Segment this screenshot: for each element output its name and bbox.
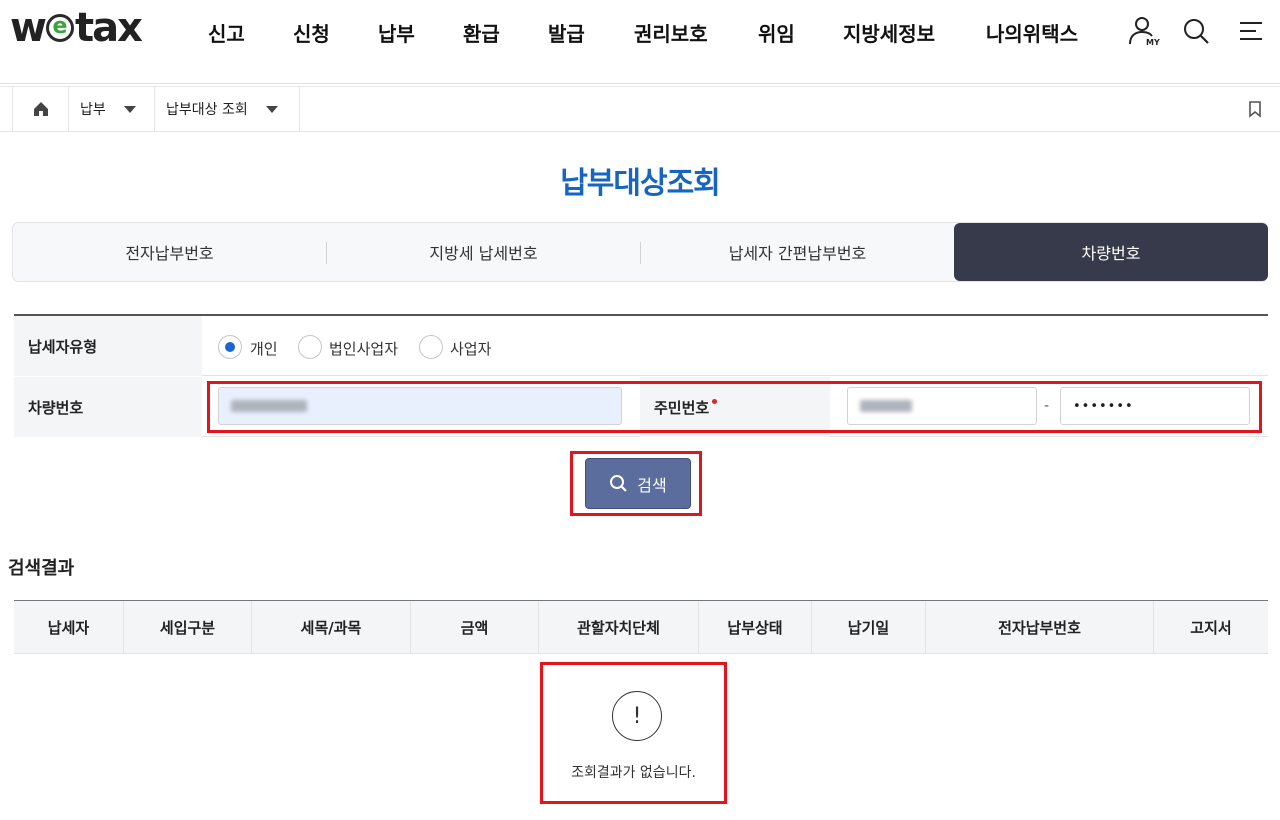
- nav-item-rights[interactable]: 권리보호: [634, 18, 708, 47]
- column-header: 세목/과목: [252, 601, 411, 653]
- global-header: w e tax 신고 신청 납부 환급 발급 권리보호 위임 지방세정보 나의위택스…: [0, 0, 1280, 84]
- nav-item-refund[interactable]: 환급: [463, 18, 500, 47]
- chevron-down-icon: [265, 105, 278, 113]
- chevron-down-icon: [123, 105, 136, 113]
- radio-individual[interactable]: [218, 335, 242, 359]
- result-title: 검색결과: [8, 558, 75, 579]
- vehicle-number-label: 차량번호: [14, 377, 202, 437]
- column-header: 고지서: [1190, 618, 1232, 637]
- nav-item-report[interactable]: 신고: [208, 18, 245, 47]
- search-icon: [610, 474, 628, 492]
- logo-suffix: tax: [74, 5, 143, 51]
- search-button-label: 검색: [637, 475, 667, 495]
- taxpayer-type-row: 납세자유형 개인 법인사업자 사업자: [14, 316, 1268, 376]
- tab-vehicle-number[interactable]: 차량번호: [954, 223, 1268, 281]
- search-button[interactable]: 검색: [585, 458, 691, 509]
- menu-icon[interactable]: [1234, 14, 1268, 48]
- tab-electronic-payment-number[interactable]: 전자납부번호: [13, 223, 326, 281]
- search-icon[interactable]: [1180, 14, 1214, 48]
- logo-prefix: w: [10, 5, 47, 51]
- tab-simple-payment-number[interactable]: 납세자 간편납부번호: [641, 223, 954, 281]
- taxpayer-type-label: 납세자유형: [14, 316, 202, 376]
- column-header: 금액: [411, 601, 539, 653]
- search-type-tabs: 전자납부번호 지방세 납세번호 납세자 간편납부번호 차량번호: [12, 222, 1268, 282]
- nav-item-delegate[interactable]: 위임: [758, 18, 795, 47]
- column-header: 세입구분: [124, 601, 252, 653]
- user-my-icon[interactable]: MY: [1126, 14, 1160, 48]
- breadcrumb: 납부 납부대상 조회: [0, 86, 1280, 132]
- radio-business-label[interactable]: 사업자: [450, 338, 491, 359]
- alert-icon: !: [612, 691, 662, 741]
- nav-item-issue[interactable]: 발급: [548, 18, 585, 47]
- wetax-logo[interactable]: w e tax: [10, 5, 143, 51]
- column-header: 납기일: [812, 601, 926, 653]
- home-icon[interactable]: [12, 87, 68, 131]
- logo-e-mark: e: [45, 14, 74, 42]
- tab-local-tax-number[interactable]: 지방세 납세번호: [327, 223, 640, 281]
- column-header: 납부상태: [699, 601, 812, 653]
- breadcrumb-level1[interactable]: 납부: [68, 87, 154, 131]
- column-header: 관할자치단체: [539, 601, 699, 653]
- radio-individual-label[interactable]: 개인: [250, 338, 278, 359]
- radio-business[interactable]: [419, 335, 443, 359]
- empty-result: ! 조회결과가 없습니다.: [540, 662, 727, 804]
- nav-item-pay[interactable]: 납부: [378, 18, 415, 47]
- page-title: 납부대상조회: [560, 166, 721, 201]
- column-header: 전자납부번호: [926, 601, 1154, 653]
- nav-item-local-tax-info[interactable]: 지방세정보: [843, 18, 935, 47]
- column-header: 납세자: [14, 601, 124, 653]
- my-label: MY: [1146, 38, 1160, 47]
- radio-corporate-business[interactable]: [298, 335, 322, 359]
- radio-corporate-business-label[interactable]: 법인사업자: [329, 338, 398, 359]
- empty-result-message: 조회결과가 없습니다.: [571, 765, 696, 781]
- breadcrumb-level1-label: 납부: [80, 102, 106, 118]
- breadcrumb-level2-label: 납부대상 조회: [166, 102, 248, 118]
- nav-item-my-wetax[interactable]: 나의위택스: [986, 18, 1078, 47]
- breadcrumb-level2[interactable]: 납부대상 조회: [154, 87, 300, 131]
- highlight-box-vehicle-row: [207, 381, 1262, 433]
- result-table-header: 납세자 세입구분 세목/과목 금액 관할자치단체 납부상태 납기일 전자납부번호…: [14, 600, 1268, 654]
- bookmark-icon[interactable]: [1246, 100, 1264, 118]
- nav-item-apply[interactable]: 신청: [293, 18, 330, 47]
